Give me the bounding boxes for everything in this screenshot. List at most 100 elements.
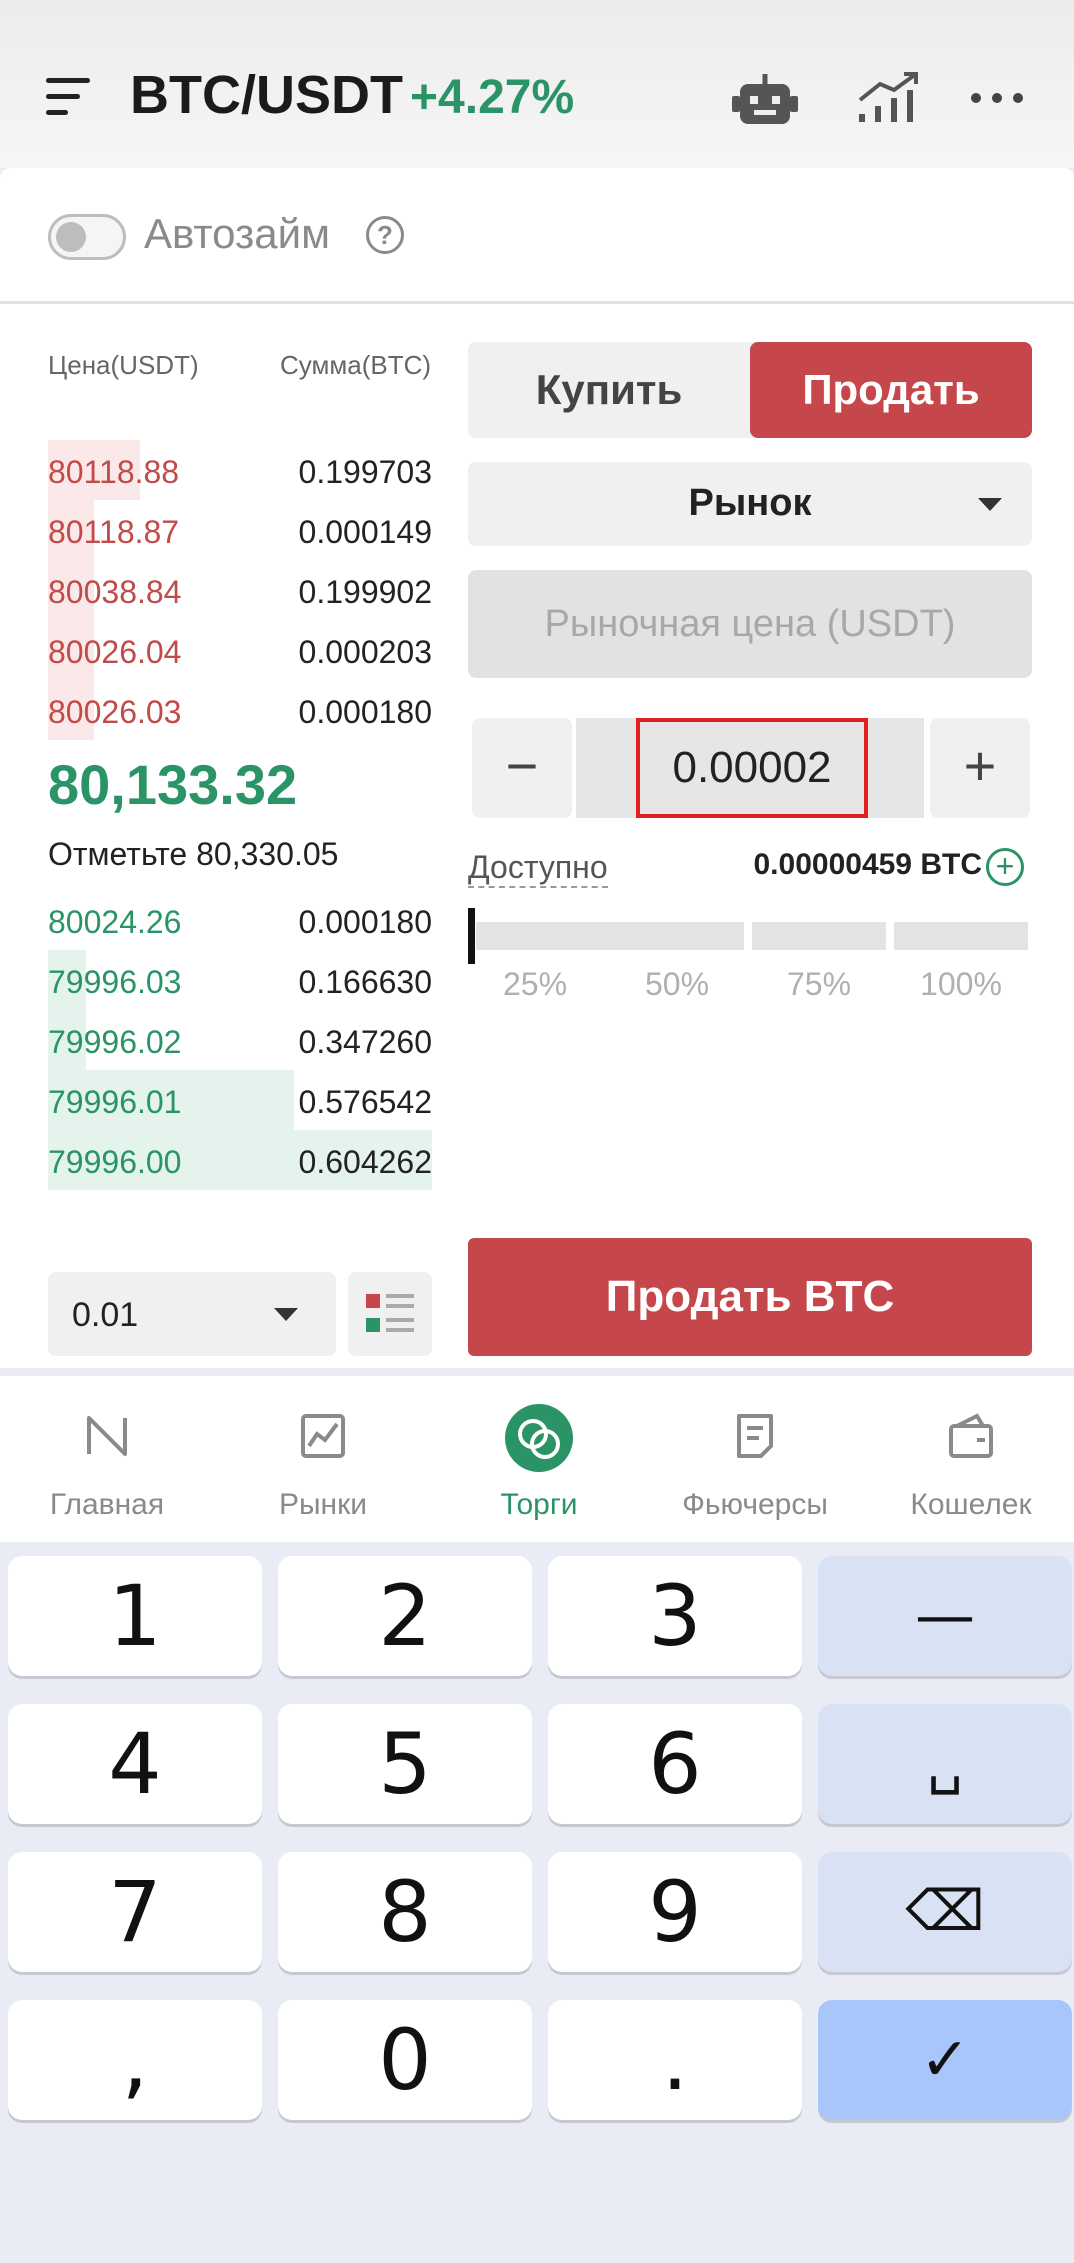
tab-buy[interactable]: Купить — [468, 342, 750, 438]
key-7[interactable]: 7 — [8, 1852, 262, 1972]
slider-segment[interactable] — [476, 922, 610, 950]
sell-btc-button[interactable]: Продать BTC — [468, 1238, 1032, 1356]
top-bar: BTC/USDT +4.27% — [0, 0, 1074, 168]
precision-select[interactable]: 0.01 — [48, 1272, 336, 1356]
bid-amount: 0.166630 — [298, 964, 432, 1000]
last-price: 80,133.32 — [48, 753, 298, 816]
ask-row[interactable]: 80118.87 0.000149 — [48, 500, 432, 560]
auto-borrow-toggle[interactable] — [48, 214, 126, 260]
key-comma[interactable]: , — [8, 2000, 262, 2120]
key-3[interactable]: 3 — [548, 1556, 802, 1676]
nav-home-label: Главная — [49, 1488, 165, 1521]
slider-segment[interactable] — [894, 922, 1028, 950]
nav-wallet[interactable]: Кошелек — [864, 1376, 1074, 1544]
ask-price: 80026.04 — [48, 634, 182, 670]
nav-markets[interactable]: Рынки — [216, 1376, 430, 1544]
quantity-field — [576, 718, 924, 818]
nav-futures[interactable]: Фьючерсы — [648, 1376, 862, 1544]
percent-50[interactable]: 50% — [610, 966, 744, 1003]
side-switch: Купить Продать — [468, 342, 1032, 438]
percent-75[interactable]: 75% — [752, 966, 886, 1003]
bottom-nav: Главная Рынки Торги Фьючерсы Кошелек — [0, 1374, 1074, 1542]
market-price-field: Рыночная цена (USDT) — [468, 570, 1032, 678]
key-1[interactable]: 1 — [8, 1556, 262, 1676]
key-minus[interactable]: — — [818, 1556, 1072, 1676]
key-dot[interactable]: . — [548, 2000, 802, 2120]
price-change: +4.27% — [410, 71, 575, 124]
percent-100[interactable]: 100% — [894, 966, 1028, 1003]
more-icon[interactable] — [966, 70, 1036, 130]
chevron-down-icon — [978, 498, 1002, 511]
nav-markets-label: Рынки — [278, 1488, 368, 1521]
tab-sell[interactable]: Продать — [750, 342, 1032, 438]
pair-title[interactable]: BTC/USDT — [130, 64, 403, 126]
add-funds-icon[interactable]: + — [986, 848, 1024, 886]
key-2[interactable]: 2 — [278, 1556, 532, 1676]
trade-icon — [505, 1404, 573, 1472]
ask-amount: 0.199902 — [298, 574, 432, 610]
ask-amount: 0.000149 — [298, 514, 432, 550]
order-type-select[interactable]: Рынок — [468, 462, 1032, 546]
ask-price: 80118.87 — [48, 514, 180, 550]
key-6[interactable]: 6 — [548, 1704, 802, 1824]
chevron-down-icon — [274, 1308, 298, 1321]
bid-amount: 0.576542 — [298, 1084, 432, 1120]
amount-column-header: Сумма(BTC) — [280, 350, 432, 380]
key-done[interactable]: ✓ — [818, 2000, 1072, 2120]
precision-value: 0.01 — [72, 1296, 139, 1334]
slider-segment[interactable] — [752, 922, 886, 950]
numeric-keyboard: 1 2 3 — 4 5 6 ␣ 7 8 9 ⌫ , 0 . ✓ — [0, 1542, 1074, 2263]
mark-price: Отметьте 80,330.05 — [48, 836, 339, 872]
bid-row[interactable]: 79996.03 0.166630 — [48, 950, 432, 1010]
ask-row[interactable]: 80038.84 0.199902 — [48, 560, 432, 620]
bid-price: 79996.02 — [48, 1024, 182, 1060]
slider-segment[interactable] — [610, 922, 744, 950]
orderbook-layout-icon[interactable] — [348, 1272, 432, 1356]
key-backspace[interactable]: ⌫ — [818, 1852, 1072, 1972]
bid-price: 79996.00 — [48, 1144, 182, 1180]
bid-price: 79996.03 — [48, 964, 182, 1000]
ask-amount: 0.000180 — [298, 694, 432, 730]
bid-price: 80024.26 — [48, 904, 182, 940]
percent-25[interactable]: 25% — [468, 966, 602, 1003]
bid-amount: 0.000180 — [298, 904, 432, 940]
key-5[interactable]: 5 — [278, 1704, 532, 1824]
auto-borrow-label: Автозайм — [144, 210, 331, 257]
bid-amount: 0.347260 — [298, 1024, 432, 1060]
menu-icon[interactable] — [46, 78, 94, 120]
bid-row[interactable]: 79996.01 0.576542 — [48, 1070, 432, 1130]
bid-amount: 0.604262 — [298, 1144, 432, 1180]
slider-handle[interactable] — [468, 908, 475, 964]
ask-row[interactable]: 80026.04 0.000203 — [48, 620, 432, 680]
ask-price: 80118.88 — [48, 454, 180, 490]
markets-icon — [299, 1412, 347, 1460]
futures-icon — [731, 1412, 779, 1460]
auto-borrow-row: Автозайм ? — [0, 168, 1074, 304]
help-icon[interactable]: ? — [366, 216, 404, 254]
key-8[interactable]: 8 — [278, 1852, 532, 1972]
available-balance: 0.00000459 BTC — [753, 848, 983, 881]
quantity-decrease-button[interactable]: − — [472, 718, 572, 818]
key-4[interactable]: 4 — [8, 1704, 262, 1824]
available-label[interactable]: Доступно — [468, 848, 608, 888]
robot-icon[interactable] — [730, 70, 800, 130]
nav-home[interactable]: Главная — [0, 1376, 214, 1544]
quantity-input[interactable] — [636, 718, 868, 818]
nav-trade[interactable]: Торги — [432, 1376, 646, 1544]
chart-icon[interactable] — [856, 70, 926, 130]
price-column-header: Цена(USDT) — [48, 350, 199, 380]
quantity-increase-button[interactable]: + — [930, 718, 1030, 818]
key-space[interactable]: ␣ — [818, 1704, 1072, 1824]
bid-row[interactable]: 79996.02 0.347260 — [48, 1010, 432, 1070]
bid-row[interactable]: 80024.26 0.000180 — [48, 890, 432, 950]
ask-amount: 0.199703 — [298, 454, 432, 490]
key-0[interactable]: 0 — [278, 2000, 532, 2120]
bid-row[interactable]: 79996.00 0.604262 — [48, 1130, 432, 1190]
ask-price: 80026.03 — [48, 694, 182, 730]
key-9[interactable]: 9 — [548, 1852, 802, 1972]
nav-trade-label: Торги — [500, 1488, 578, 1521]
bid-price: 79996.01 — [48, 1084, 182, 1120]
ask-row[interactable]: 80026.03 0.000180 — [48, 680, 432, 740]
ask-row[interactable]: 80118.88 0.199703 — [48, 440, 432, 500]
order-type-value: Рынок — [688, 482, 812, 524]
